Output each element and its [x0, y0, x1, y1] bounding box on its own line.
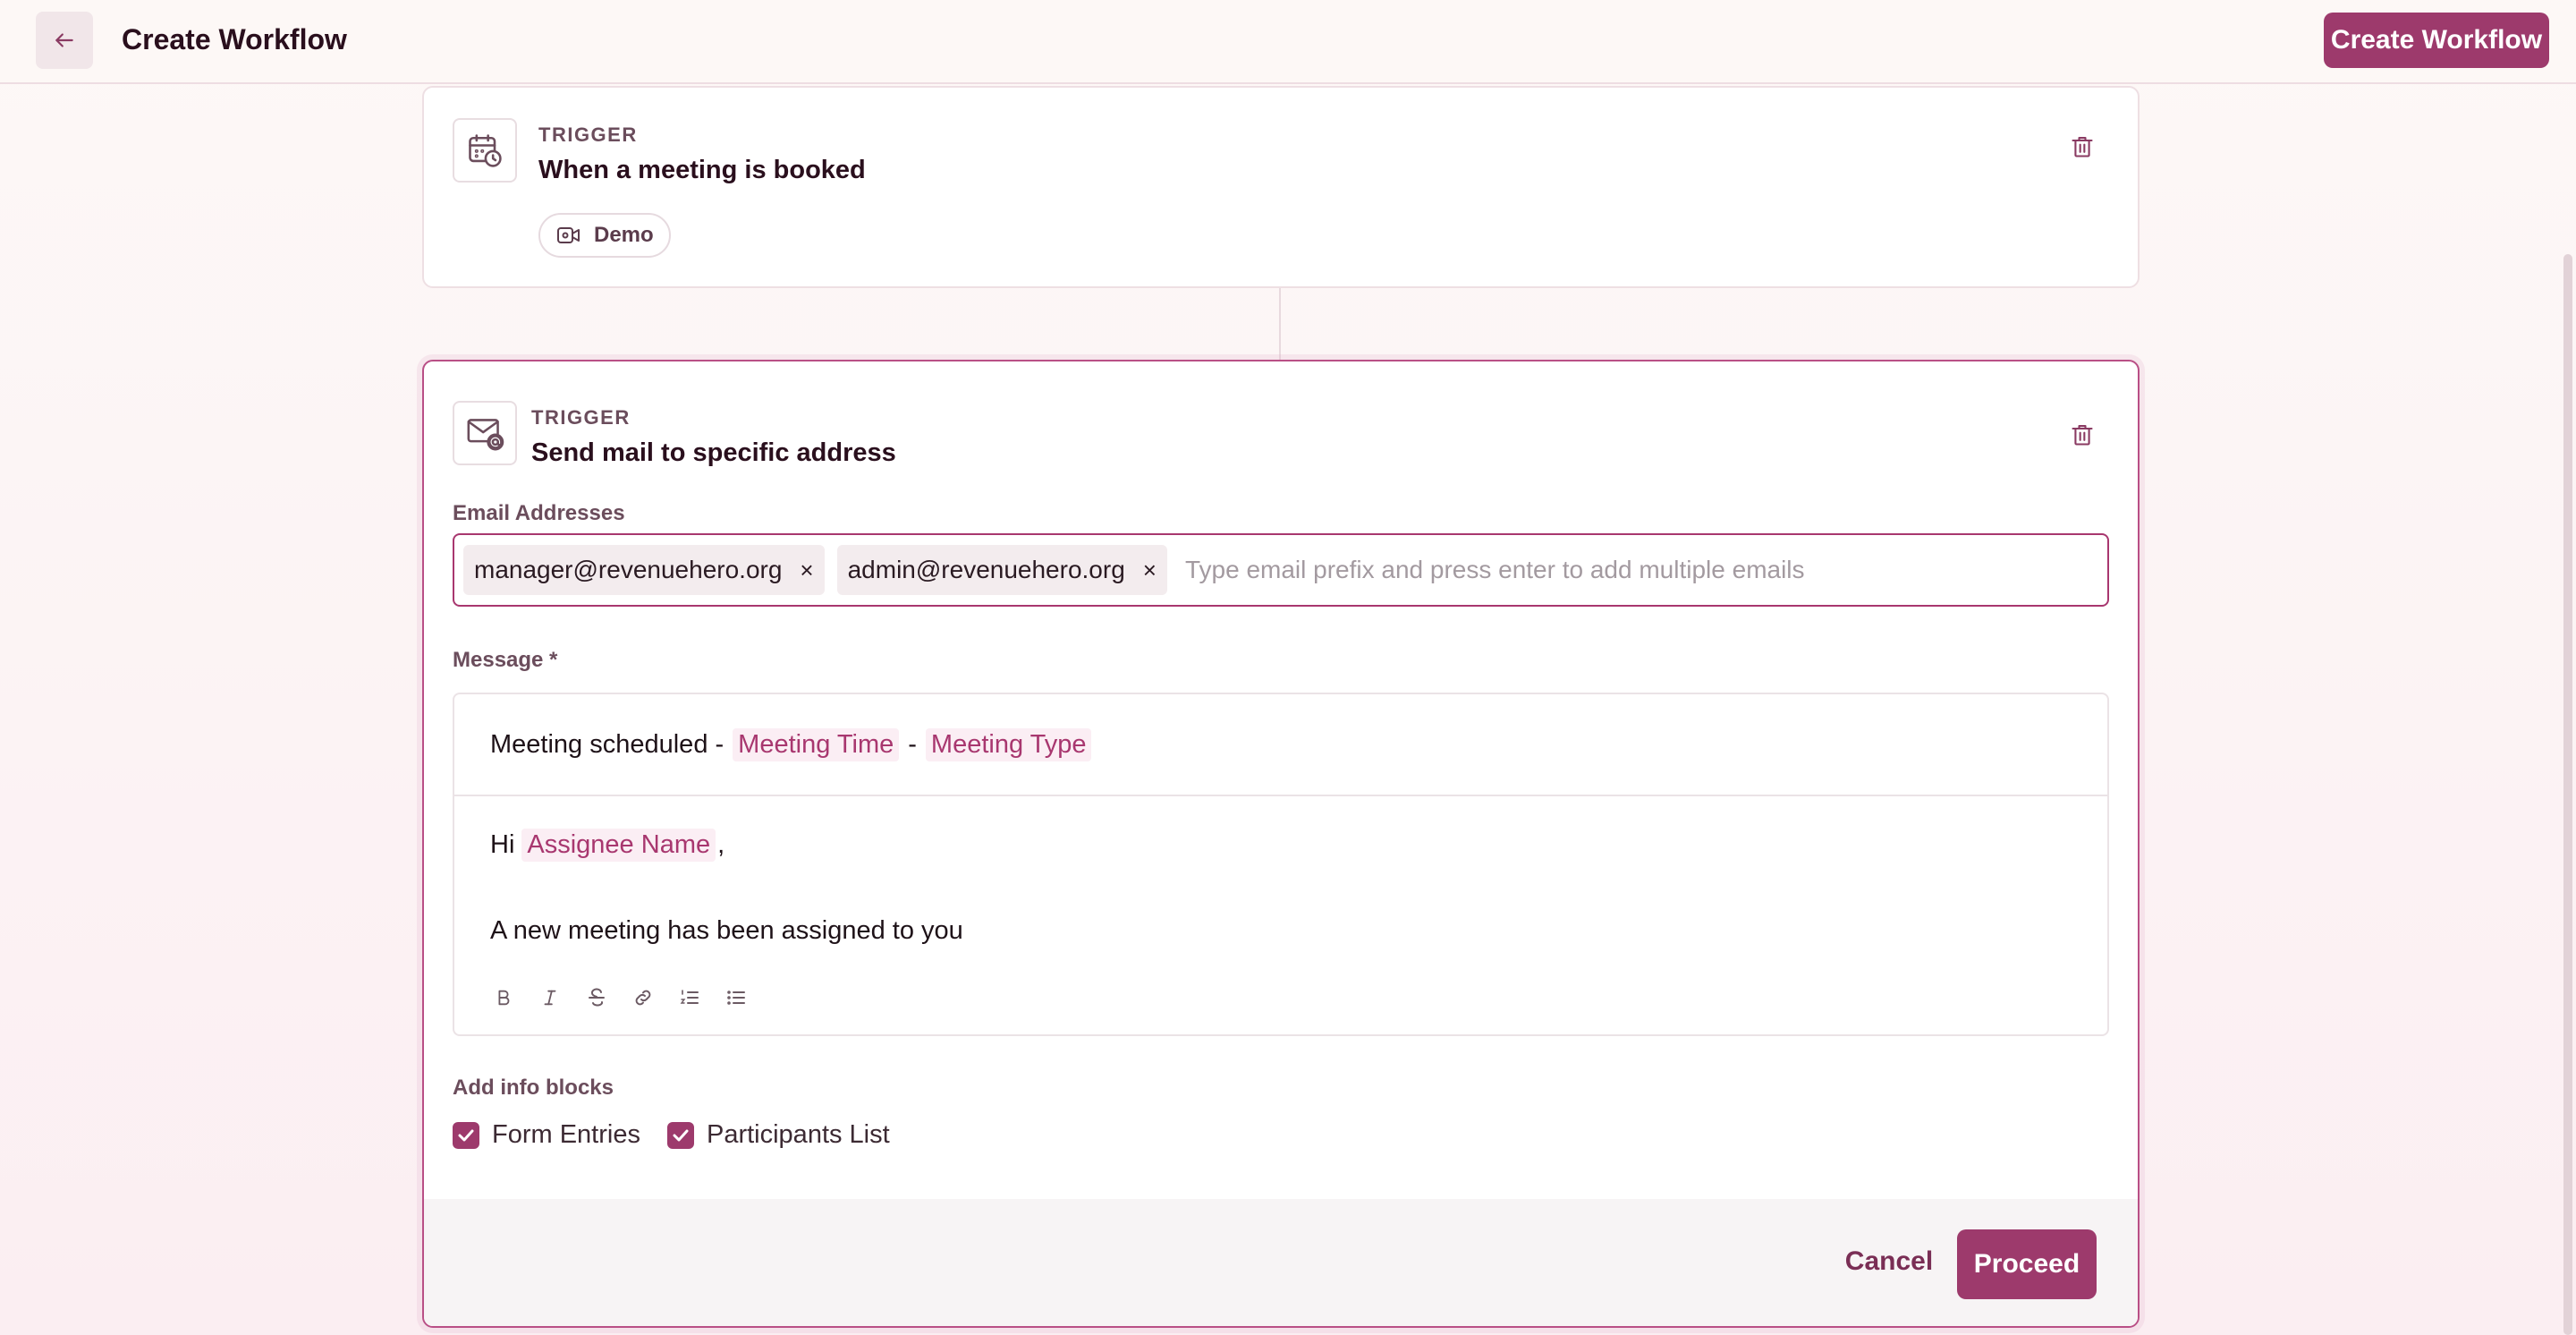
- email-chip: admin@revenuehero.org ×: [836, 545, 1167, 595]
- trigger-card: TRIGGER When a meeting is booked Demo: [422, 86, 2140, 288]
- body-text-line: A new meeting has been assigned to you: [490, 916, 963, 945]
- greeting-comma: ,: [717, 830, 725, 859]
- action-title: Send mail to specific address: [531, 438, 896, 467]
- create-workflow-button[interactable]: Create Workflow: [2324, 13, 2549, 68]
- subject-text: Meeting scheduled -: [490, 729, 724, 759]
- email-input[interactable]: [1179, 556, 2107, 584]
- calendar-clock-icon: [453, 118, 517, 183]
- participants-list-label: Participants List: [706, 1120, 890, 1149]
- meeting-type-token: Meeting Type: [925, 727, 1092, 761]
- info-blocks-options: Form Entries Participants List: [453, 1120, 890, 1150]
- greeting-line: Hi Assignee Name ,: [490, 829, 724, 862]
- strikethrough-icon[interactable]: [583, 984, 610, 1011]
- close-icon[interactable]: ×: [800, 558, 813, 582]
- message-editor[interactable]: Meeting scheduled - Meeting Time - Meeti…: [453, 693, 2109, 1036]
- proceed-button[interactable]: Proceed: [1957, 1229, 2097, 1299]
- card-footer: Cancel Proceed: [424, 1199, 2138, 1326]
- subject-line[interactable]: Meeting scheduled - Meeting Time - Meeti…: [454, 694, 2107, 796]
- participants-list-option[interactable]: Participants List: [666, 1120, 890, 1150]
- italic-icon[interactable]: [537, 984, 564, 1011]
- assignee-name-token: Assignee Name: [521, 829, 716, 862]
- workflow-connector: [1279, 288, 1281, 360]
- video-icon: [557, 227, 580, 243]
- form-entries-option[interactable]: Form Entries: [453, 1120, 640, 1150]
- greeting-text: Hi: [490, 830, 515, 859]
- email-addresses-label: Email Addresses: [453, 501, 625, 525]
- email-chip-text: manager@revenuehero.org: [474, 556, 783, 583]
- page-title: Create Workflow: [122, 23, 347, 55]
- trigger-label: TRIGGER: [538, 123, 638, 146]
- subject-separator: -: [908, 729, 917, 759]
- link-icon[interactable]: [630, 984, 657, 1011]
- top-bar: Create Workflow Create Workflow: [0, 0, 2576, 84]
- form-entries-label: Form Entries: [492, 1120, 640, 1149]
- chip-label: Demo: [594, 223, 654, 247]
- ordered-list-icon[interactable]: [676, 984, 703, 1011]
- email-addresses-field[interactable]: manager@revenuehero.org × admin@revenueh…: [453, 533, 2109, 607]
- meeting-type-chip: Demo: [538, 213, 671, 258]
- mail-at-icon: [453, 401, 517, 465]
- trigger-title: When a meeting is booked: [538, 156, 866, 184]
- check-icon: [673, 1129, 689, 1141]
- formatting-toolbar: [490, 984, 750, 1011]
- scrollbar-thumb[interactable]: [2563, 254, 2572, 1335]
- close-icon[interactable]: ×: [1143, 558, 1157, 582]
- trash-icon[interactable]: [2064, 129, 2100, 165]
- email-chip-text: admin@revenuehero.org: [847, 556, 1125, 583]
- bold-icon[interactable]: [490, 984, 517, 1011]
- message-label: Message *: [453, 648, 558, 672]
- back-button[interactable]: [36, 12, 93, 69]
- checkbox[interactable]: [453, 1121, 479, 1149]
- cancel-button[interactable]: Cancel: [1841, 1235, 1937, 1288]
- checkbox[interactable]: [666, 1121, 694, 1149]
- arrow-left-icon: [55, 33, 73, 47]
- action-card: TRIGGER Send mail to specific address Em…: [422, 360, 2140, 1328]
- info-blocks-label: Add info blocks: [453, 1076, 614, 1100]
- trash-icon[interactable]: [2064, 417, 2100, 453]
- email-chip: manager@revenuehero.org ×: [463, 545, 825, 595]
- meeting-time-token: Meeting Time: [733, 727, 900, 761]
- check-icon: [458, 1129, 474, 1141]
- trigger-label: TRIGGER: [531, 406, 631, 429]
- bullet-list-icon[interactable]: [723, 984, 750, 1011]
